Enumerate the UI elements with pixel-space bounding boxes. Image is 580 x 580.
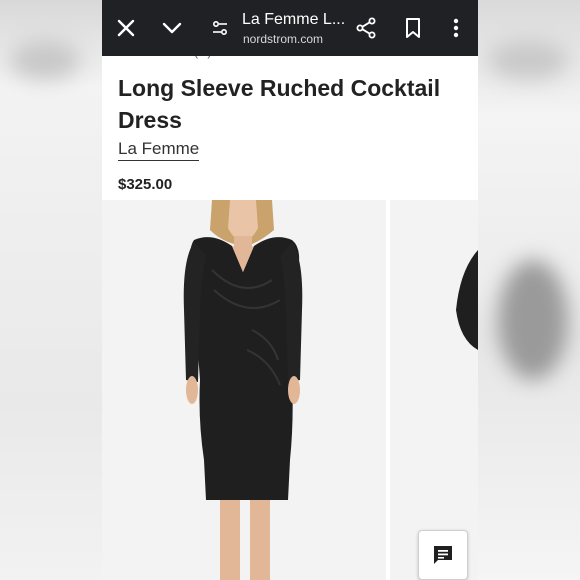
chat-icon bbox=[434, 546, 452, 564]
tune-icon bbox=[212, 20, 228, 36]
brand-link[interactable]: La Femme bbox=[118, 139, 200, 161]
product-image-second[interactable] bbox=[390, 200, 478, 580]
background-blur bbox=[488, 40, 568, 80]
product-price: $325.00 bbox=[118, 176, 173, 193]
dress-model-partial bbox=[390, 200, 478, 580]
phone-screen: ★★★★★ (5) • • Long Sleeve Ruched Cocktai… bbox=[102, 0, 478, 580]
dress-model-illustration bbox=[102, 200, 386, 580]
more-options-button[interactable] bbox=[440, 12, 472, 44]
share-icon bbox=[356, 17, 376, 39]
browser-toolbar: La Femme L... nordstrom.com bbox=[102, 0, 478, 56]
minimize-button[interactable] bbox=[156, 12, 188, 44]
bookmark-button[interactable] bbox=[397, 12, 429, 44]
product-image-main[interactable] bbox=[102, 200, 386, 580]
background-left bbox=[0, 0, 102, 580]
page-title[interactable]: La Femme L... bbox=[242, 11, 345, 29]
product-title: Long Sleeve Ruched Cocktail Dress bbox=[118, 75, 441, 133]
background-blur bbox=[498, 260, 568, 380]
more-vert-icon bbox=[453, 18, 459, 38]
background-blur bbox=[10, 40, 80, 80]
chat-button[interactable] bbox=[418, 530, 468, 580]
share-button[interactable] bbox=[350, 12, 382, 44]
page-domain[interactable]: nordstrom.com bbox=[243, 32, 323, 46]
close-button[interactable] bbox=[110, 12, 142, 44]
site-settings-button[interactable] bbox=[204, 12, 236, 44]
bookmark-icon bbox=[406, 18, 420, 38]
background-right bbox=[478, 0, 580, 580]
close-icon bbox=[117, 19, 135, 37]
chevron-down-icon bbox=[162, 22, 182, 34]
